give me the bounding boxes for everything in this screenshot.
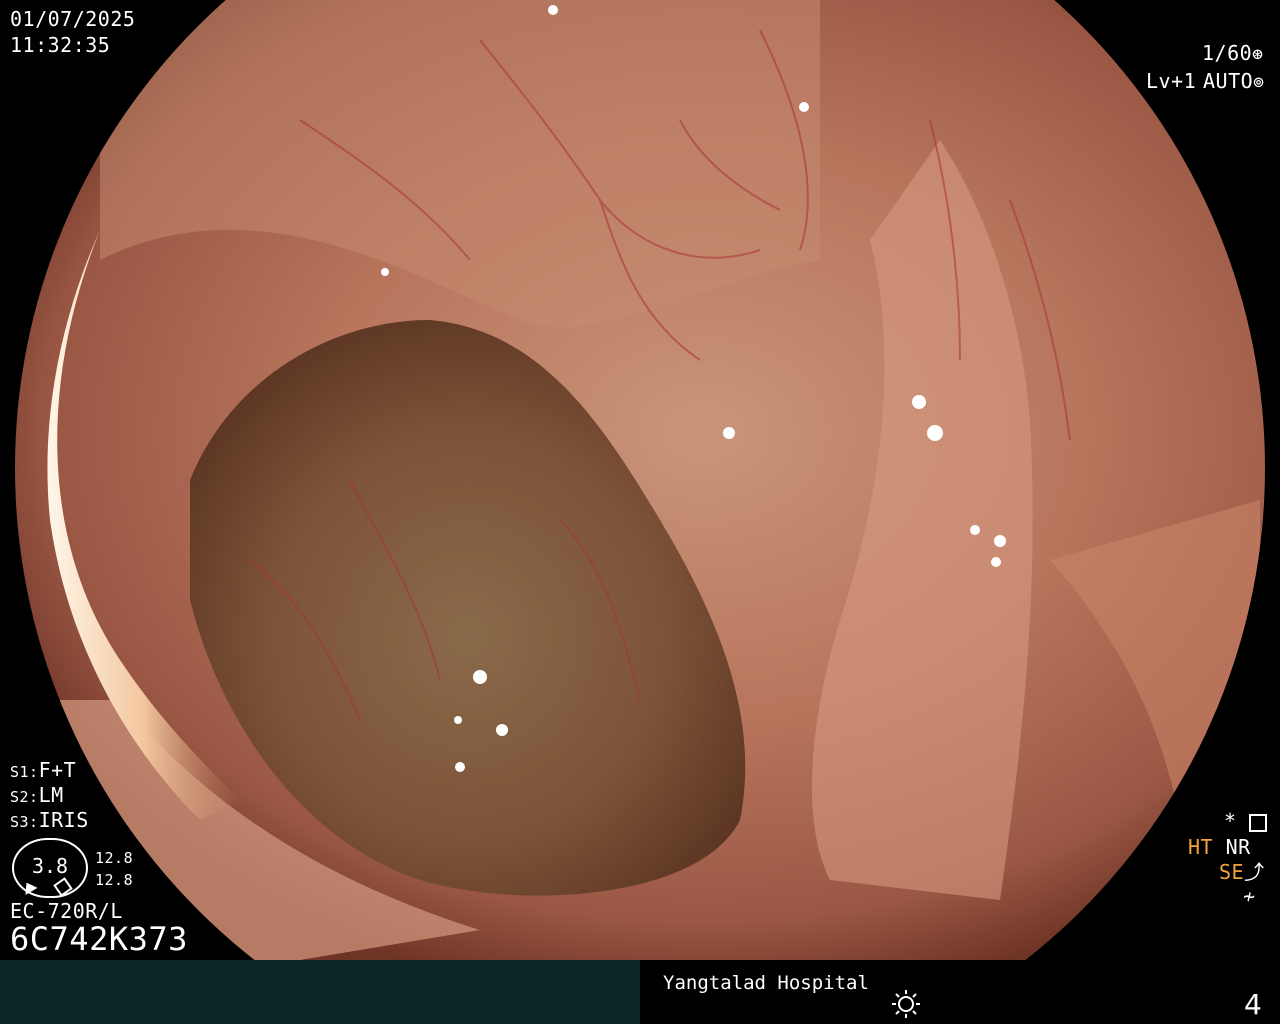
gauge-value: 3.8 bbox=[31, 854, 69, 878]
footer-left-panel bbox=[0, 960, 640, 1024]
status-row-2: HT NR bbox=[1188, 835, 1251, 859]
brightness-level: Lv+1 bbox=[1146, 69, 1196, 93]
settings-panel-icon bbox=[1249, 813, 1268, 832]
level-value: Lv+1 bbox=[1146, 69, 1197, 93]
gauge-reading-bottom: 12.8 bbox=[95, 871, 134, 889]
shutter-speed: 1/60⊛ bbox=[1202, 41, 1264, 67]
brightness-icon bbox=[892, 990, 920, 1018]
zoom-gauge: 3.8 bbox=[12, 838, 88, 898]
status-row-1: * bbox=[1224, 809, 1268, 833]
s3-label: S3: bbox=[10, 813, 39, 831]
gauge-reading-top: 12.8 bbox=[95, 849, 134, 867]
image-number: 4 bbox=[1244, 988, 1262, 1021]
status-row-3: SE⤴ bbox=[1219, 860, 1265, 884]
enhancement-icon: ⤴ bbox=[1244, 860, 1265, 884]
nr-indicator: NR bbox=[1225, 835, 1251, 859]
s2-label: S2: bbox=[10, 788, 39, 806]
time-text: 11:32:35 bbox=[10, 33, 111, 57]
s1-label: S1: bbox=[10, 763, 39, 781]
shutter-value: 1/60 bbox=[1202, 41, 1253, 65]
footer-bar: Yangtalad Hospital 4 bbox=[0, 960, 1280, 1024]
star-marker: * bbox=[1224, 809, 1237, 833]
iris-mode: AUTO⊚ bbox=[1203, 69, 1265, 95]
colon-image bbox=[15, 0, 1265, 960]
se-indicator: SE bbox=[1219, 860, 1245, 884]
setting-s2: S2:LM bbox=[10, 783, 64, 809]
iris-icon: ⊚ bbox=[1253, 72, 1265, 93]
ht-indicator: HT bbox=[1188, 835, 1214, 859]
mode-value: AUTO bbox=[1203, 69, 1254, 93]
scope-serial: 6C742K373 bbox=[10, 920, 188, 958]
hospital-name: Yangtalad Hospital bbox=[663, 972, 869, 994]
s1-value: F+T bbox=[38, 758, 77, 782]
flag-icon: ≁ bbox=[1243, 884, 1256, 908]
setting-s1: S1:F+T bbox=[10, 758, 76, 784]
endoscope-view bbox=[0, 0, 1280, 960]
s2-value: LM bbox=[38, 783, 64, 807]
aperture-icon: ⊛ bbox=[1252, 44, 1264, 65]
date-text: 01/07/2025 bbox=[10, 7, 136, 31]
setting-s3: S3:IRIS bbox=[10, 808, 89, 834]
s3-value: IRIS bbox=[38, 808, 89, 832]
gauge-marker-icon bbox=[53, 877, 73, 897]
